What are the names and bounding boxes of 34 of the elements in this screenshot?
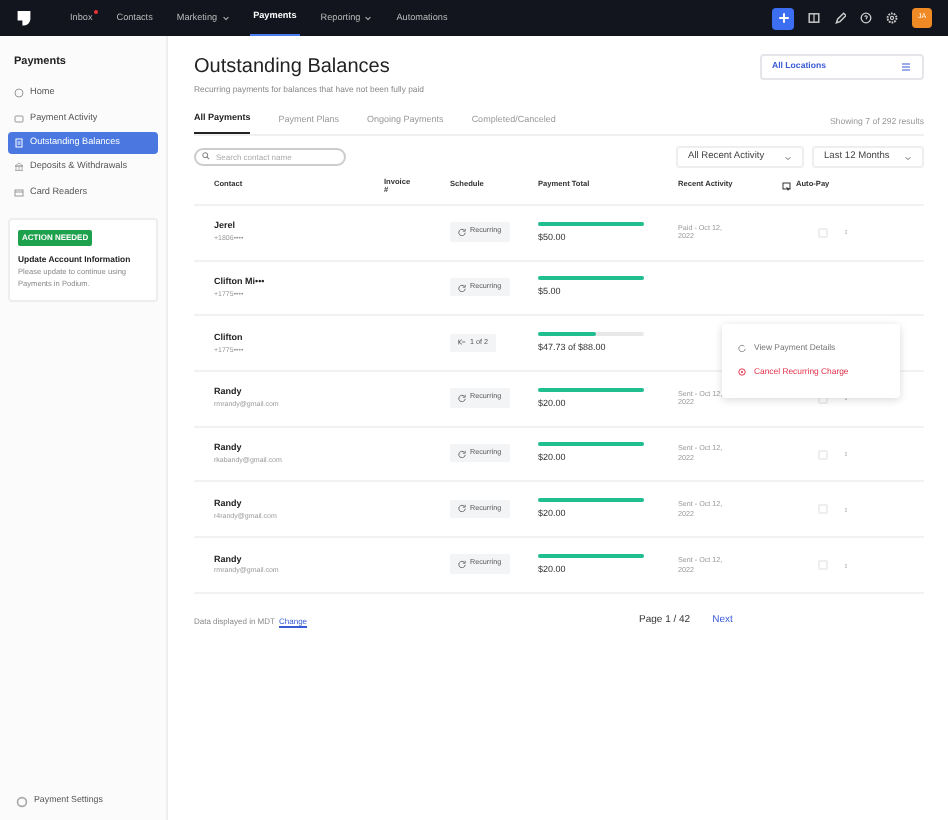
add-button[interactable] — [772, 7, 794, 29]
progress-bar — [538, 497, 644, 502]
help-icon[interactable] — [860, 12, 872, 24]
card-icon — [782, 181, 792, 192]
progress-bar — [538, 387, 644, 392]
progress-bar — [538, 442, 644, 447]
page-title: Outstanding Balances — [194, 56, 392, 80]
progress-bar — [538, 331, 644, 336]
chevron-down-icon — [221, 14, 230, 22]
refresh-icon — [458, 560, 466, 569]
refresh-icon — [738, 344, 746, 353]
refresh-icon — [458, 283, 466, 292]
progress-bar — [538, 221, 644, 226]
circle-icon — [14, 88, 24, 99]
cancel-icon — [738, 368, 746, 377]
logo-icon[interactable] — [16, 9, 32, 27]
refresh-icon — [458, 449, 466, 458]
plus-icon — [777, 12, 789, 24]
search-icon — [202, 152, 210, 161]
bank-icon — [14, 162, 24, 173]
settings-icon[interactable] — [886, 12, 898, 24]
menu-icon — [900, 62, 912, 72]
document-icon — [14, 137, 24, 148]
refresh-icon — [458, 227, 466, 236]
progress-bar — [538, 276, 644, 281]
card-icon — [14, 187, 24, 198]
settings-icon — [16, 795, 28, 808]
pen-icon[interactable] — [834, 12, 846, 24]
chevron-down-icon — [364, 14, 373, 22]
refresh-icon — [458, 504, 466, 513]
card-icon — [14, 113, 24, 124]
progress-bar — [538, 553, 644, 558]
split-icon — [458, 338, 466, 347]
refresh-icon — [458, 394, 466, 403]
